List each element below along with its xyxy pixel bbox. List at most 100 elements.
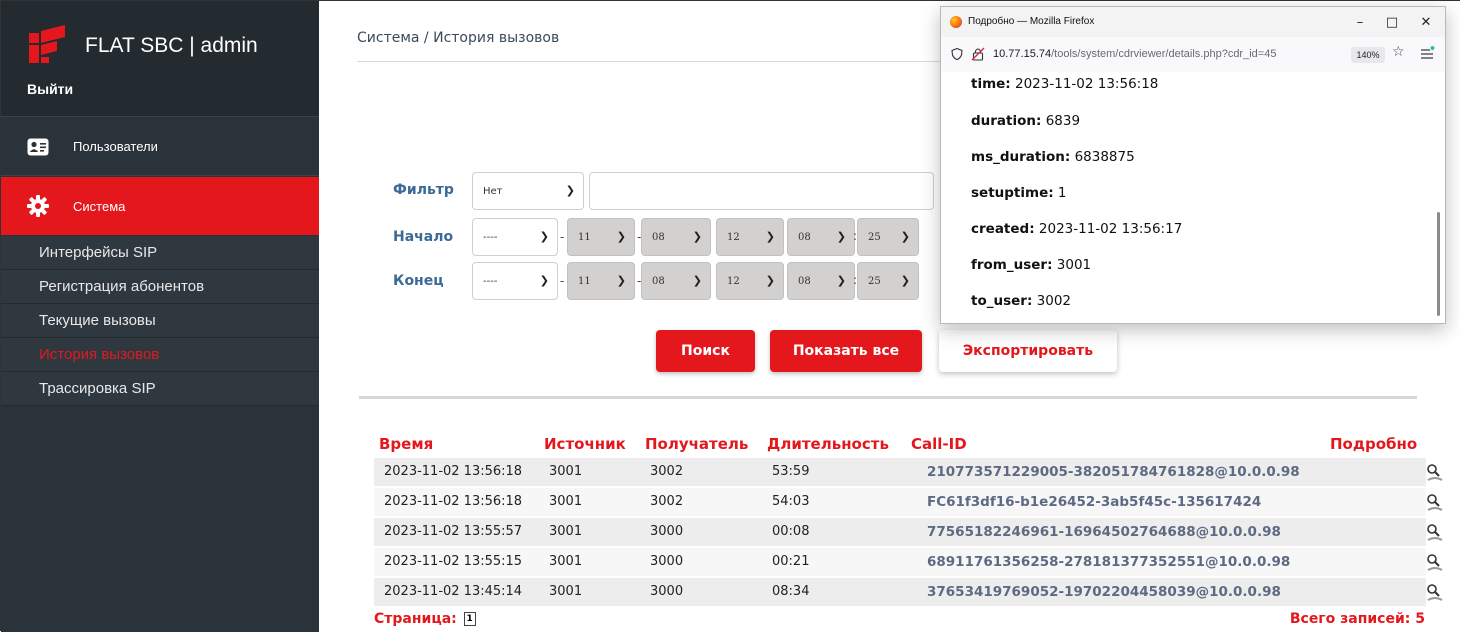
url-bar[interactable]: 10.77.15.74/tools/system/cdrviewer/detai… (941, 37, 1445, 72)
reader-menu-icon[interactable] (1419, 45, 1435, 61)
sidebar-item-system[interactable]: Система (1, 177, 319, 235)
submenu-item-call-history[interactable]: История вызовов (1, 338, 319, 372)
start-day-select[interactable]: 08 ❯ (641, 218, 711, 256)
end-minute-value: 08 (798, 275, 811, 287)
logout-link[interactable]: Выйти (27, 81, 73, 97)
cell-duration: 53:59 (772, 464, 810, 479)
filter-select[interactable]: Нет ❯ (472, 172, 584, 210)
end-year-select[interactable]: ---- ❯ (472, 262, 558, 300)
shield-icon[interactable] (951, 48, 963, 60)
magnifier-icon[interactable] (1424, 581, 1446, 603)
end-hour-select[interactable]: 12 ❯ (716, 262, 784, 300)
cell-callid[interactable]: 210773571229005-382051784761828@10.0.0.9… (927, 464, 1300, 480)
start-year-select[interactable]: ---- ❯ (472, 218, 558, 256)
detail-key: ms_duration: (971, 149, 1071, 165)
submenu-item-sip-trace[interactable]: Трассировка SIP (1, 372, 319, 406)
magnifier-icon[interactable] (1424, 491, 1446, 513)
detail-value: 3002 (1036, 293, 1071, 309)
cell-destination: 3000 (650, 524, 684, 539)
chevron-down-icon: ❯ (765, 274, 775, 287)
system-submenu: Интерфейсы SIP Регистрация абонентов Тек… (1, 236, 319, 406)
end-day-select[interactable]: 08 ❯ (641, 262, 711, 300)
cell-callid[interactable]: 37653419769052-19702204458039@10.0.0.98 (927, 584, 1281, 600)
cell-callid[interactable]: 77565182246961-16964502764688@10.0.0.98 (927, 524, 1281, 540)
close-icon[interactable]: ✕ (1411, 11, 1441, 33)
cell-source: 3001 (549, 524, 583, 539)
cell-destination: 3002 (650, 464, 684, 479)
minimize-icon[interactable]: – (1345, 11, 1375, 33)
chevron-down-icon: ❯ (692, 274, 702, 287)
end-second-value: 25 (868, 275, 881, 287)
chevron-down-icon: ❯ (616, 274, 626, 287)
submenu-item-registrations[interactable]: Регистрация абонентов (1, 270, 319, 304)
breadcrumb: Система / История вызовов (357, 30, 560, 46)
cell-time: 2023-11-02 13:56:18 (384, 494, 523, 509)
export-button[interactable]: Экспортировать (939, 330, 1117, 372)
date-separator: - (560, 274, 565, 288)
show-all-button[interactable]: Показать все (770, 330, 922, 372)
popup-title: Подробно — Mozilla Firefox (968, 16, 1095, 27)
submenu-item-current-calls[interactable]: Текущие вызовы (1, 304, 319, 338)
start-minute-value: 08 (798, 231, 811, 243)
detail-value: 6838875 (1074, 149, 1135, 165)
cell-destination: 3000 (650, 554, 684, 569)
brand-title: FLAT SBC | admin (85, 34, 258, 57)
page-link[interactable]: 1 (463, 612, 476, 626)
cell-callid[interactable]: FC61f3df16-b1e26452-3ab5f45c-135617424 (927, 494, 1261, 510)
brand-header: FLAT SBC | admin Выйти (1, 1, 319, 117)
submenu-item-sip-interfaces[interactable]: Интерфейсы SIP (1, 236, 319, 270)
filter-label: Фильтр (393, 182, 454, 198)
cell-duration: 54:03 (772, 494, 810, 509)
cell-source: 3001 (549, 494, 583, 509)
chevron-down-icon: ❯ (539, 230, 549, 243)
url-text[interactable]: 10.77.15.74/tools/system/cdrviewer/detai… (993, 48, 1276, 60)
logo-icon (29, 25, 65, 63)
search-button[interactable]: Поиск (656, 330, 755, 372)
start-second-select[interactable]: 25 ❯ (857, 218, 919, 256)
detail-key: to_user: (971, 293, 1033, 309)
col-header-time: Время (379, 435, 434, 453)
sidebar-item-label: Система (73, 198, 126, 214)
sidebar: FLAT SBC | admin Выйти Пользователи Сист… (1, 1, 319, 632)
popup-titlebar[interactable]: Подробно — Mozilla Firefox – □ ✕ (941, 7, 1445, 37)
cell-duration: 00:21 (772, 554, 810, 569)
magnifier-icon[interactable] (1424, 461, 1446, 483)
start-month-select[interactable]: 11 ❯ (567, 218, 635, 256)
table-row: 2023-11-02 13:45:14 3001 3000 08:34 3765… (374, 578, 1443, 607)
cell-source: 3001 (549, 584, 583, 599)
chevron-down-icon: ❯ (539, 274, 549, 287)
end-second-select[interactable]: 25 ❯ (857, 262, 919, 300)
magnifier-icon[interactable] (1424, 521, 1446, 543)
cell-time: 2023-11-02 13:56:18 (384, 464, 523, 479)
detail-field: from_user: 3001 (971, 257, 1091, 273)
cell-callid[interactable]: 68911761356258-278181377352551@10.0.0.98 (927, 554, 1290, 570)
pagination: Страница: 1 (374, 611, 476, 627)
detail-key: setuptime: (971, 185, 1054, 201)
col-header-callid: Call-ID (911, 435, 967, 453)
start-second-value: 25 (868, 231, 881, 243)
insecure-lock-icon[interactable] (971, 47, 985, 61)
popup-scrollbar[interactable] (1437, 212, 1440, 316)
end-label: Конец (393, 273, 444, 289)
end-minute-select[interactable]: 08 ❯ (787, 262, 855, 300)
detail-key: from_user: (971, 257, 1053, 273)
maximize-icon[interactable]: □ (1377, 11, 1407, 33)
detail-value: 2023-11-02 13:56:18 (1015, 76, 1159, 92)
filter-text-input[interactable] (589, 172, 934, 210)
users-card-icon (27, 136, 49, 158)
end-hour-value: 12 (727, 275, 740, 287)
zoom-indicator[interactable]: 140% (1351, 47, 1385, 63)
sidebar-item-users[interactable]: Пользователи (1, 118, 319, 176)
end-year-value: ---- (483, 275, 498, 287)
magnifier-icon[interactable] (1424, 551, 1446, 573)
start-hour-select[interactable]: 12 ❯ (716, 218, 784, 256)
table-row: 2023-11-02 13:55:15 3001 3000 00:21 6891… (374, 548, 1443, 577)
col-header-source: Источник (544, 435, 626, 453)
chevron-down-icon: ❯ (616, 230, 626, 243)
start-day-value: 08 (652, 231, 665, 243)
col-header-duration: Длительность (767, 435, 889, 453)
start-minute-select[interactable]: 08 ❯ (787, 218, 855, 256)
end-month-select[interactable]: 11 ❯ (567, 262, 635, 300)
cell-source: 3001 (549, 464, 583, 479)
bookmark-star-icon[interactable]: ☆ (1392, 44, 1405, 60)
